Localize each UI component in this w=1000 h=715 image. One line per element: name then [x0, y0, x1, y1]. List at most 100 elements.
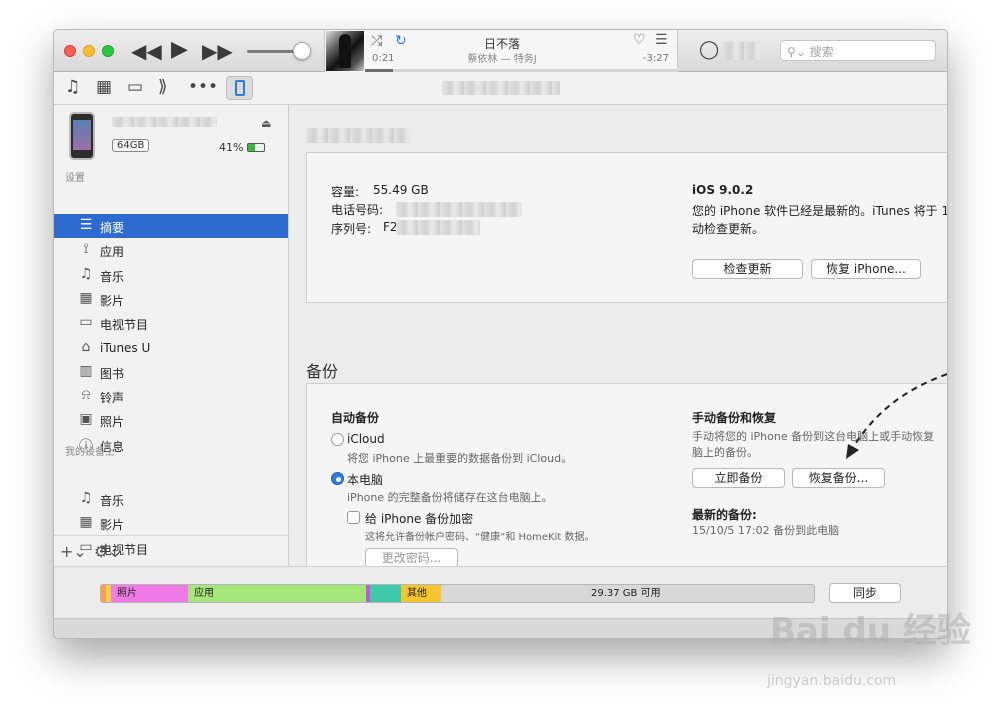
baidu-watermark-url: jingyan.baidu.com — [767, 673, 897, 689]
backup-heading: 备份 — [306, 362, 339, 381]
apps-icon: ⟟ — [83, 241, 89, 258]
now-playing-display: ⤮ ↻ 日不落 蔡依林 — 特务J 0:21 -3:27 ♡ ☰ — [324, 30, 678, 72]
book-icon: ▥ — [79, 362, 93, 379]
change-password-button[interactable]: 更改密码... — [365, 548, 458, 568]
this-computer-radio[interactable] — [331, 472, 344, 485]
settings-item-label: 铃声 — [100, 391, 125, 406]
settings-item[interactable]: ♫ 音乐 — [54, 263, 288, 287]
restore-iphone-button[interactable]: 恢复 iPhone... — [811, 259, 921, 279]
play-icon[interactable]: ▶ — [171, 39, 188, 61]
ios-version: iOS 9.0.2 — [692, 183, 754, 197]
volume-slider-knob[interactable] — [293, 42, 311, 60]
manual-backup-heading: 手动备份和恢复 — [692, 411, 777, 425]
graduation-cap-icon: ⌂ — [81, 338, 91, 355]
manual-backup-desc-line2: 脑上的备份。 — [692, 446, 758, 459]
settings-item[interactable]: ⍾ 铃声 — [54, 384, 288, 408]
my-device-item[interactable]: ♫ 音乐 — [54, 487, 288, 511]
tv-icon[interactable]: ▭ — [127, 77, 143, 97]
ios-status-line1: 您的 iPhone 软件已经是最新的。iTunes 将于 1 — [692, 204, 948, 218]
minimize-window-button[interactable] — [83, 45, 95, 57]
latest-backup-heading: 最新的备份: — [692, 508, 757, 522]
previous-track-icon[interactable]: ◀◀ — [131, 41, 162, 61]
settings-item[interactable]: ▦ 影片 — [54, 287, 288, 311]
settings-item[interactable]: ⌂ iTunes U — [54, 336, 288, 360]
remaining-time: -3:27 — [642, 53, 669, 64]
restore-backup-button[interactable]: 恢复备份... — [792, 468, 885, 488]
app-store-icon[interactable]: ⟫ — [158, 77, 167, 97]
iphone-thumbnail-icon — [69, 112, 95, 160]
up-next-list-icon[interactable]: ☰ — [655, 32, 668, 48]
icloud-desc: 将您 iPhone 上最重要的数据备份到 iCloud。 — [347, 452, 573, 465]
bell-icon: ⍾ — [81, 387, 91, 404]
storage-segment: 照片 — [111, 585, 188, 602]
free-space-label: 29.37 GB 可用 — [591, 588, 661, 599]
search-placeholder: 搜索 — [809, 45, 834, 59]
icloud-label[interactable]: iCloud — [347, 432, 385, 446]
storage-segment: 其他 — [401, 585, 441, 602]
icloud-radio[interactable] — [331, 433, 344, 446]
settings-item-label: 摘要 — [100, 221, 125, 235]
this-computer-desc: iPhone 的完整备份将储存在这台电脑上。 — [347, 491, 553, 504]
settings-item[interactable]: ▭ 电视节目 — [54, 311, 288, 335]
settings-item[interactable]: ▣ 照片 — [54, 408, 288, 432]
volume-slider-track[interactable] — [247, 50, 297, 53]
iphone-icon — [235, 80, 245, 96]
summary-icon: ☰ — [79, 217, 93, 233]
add-plus-icon[interactable]: +⌄ — [60, 542, 87, 561]
capacity-badge: 64GB — [112, 139, 150, 152]
backup-now-button[interactable]: 立即备份 — [692, 468, 785, 488]
my-device-heading: 我的设备上 — [65, 447, 115, 458]
settings-item-label: 应用 — [100, 245, 125, 260]
settings-item-label: 照片 — [100, 415, 125, 430]
my-device-item-label: 影片 — [100, 518, 125, 533]
zoom-window-button[interactable] — [102, 45, 114, 57]
tv-icon: ▭ — [79, 314, 93, 331]
film-icon[interactable]: ▦ — [96, 77, 112, 97]
camera-icon: ▣ — [79, 411, 93, 428]
search-icon: ⚲⌄ — [787, 45, 806, 59]
my-device-item[interactable]: ▦ 影片 — [54, 511, 288, 535]
settings-item[interactable]: ☰ 摘要 — [54, 214, 288, 238]
annotation-arrow — [846, 373, 947, 459]
sync-button[interactable]: 同步 — [829, 583, 901, 603]
sidebar: ⏏ 64GB 41% 设置 ☰ 摘要 ⟟ 应用 ♫ 音乐 ▦ 影片 ▭ 电视节目 ⌂ iTunes U… — [54, 105, 289, 566]
itunes-window: ◀◀ ▶ ▶▶ ⤮ ↻ 日不落 蔡依林 — 特务J 0:21 -3:27 ♡ ☰… — [53, 29, 948, 639]
device-button[interactable] — [226, 76, 253, 100]
film-icon: ▦ — [79, 514, 93, 531]
film-icon: ▦ — [79, 289, 93, 306]
next-track-icon[interactable]: ▶▶ — [202, 41, 233, 61]
auto-backup-heading: 自动备份 — [331, 411, 380, 425]
device-label-redacted — [112, 117, 217, 127]
device-title-redacted — [306, 128, 410, 143]
settings-item-label: 图书 — [100, 366, 125, 381]
media-nav-bar: ♫ ▦ ▭ ⟫ ••• — [54, 72, 947, 105]
backup-panel: 自动备份 iCloud 将您 iPhone 上最重要的数据备份到 iCloud。… — [306, 373, 947, 590]
elapsed-time: 0:21 — [372, 53, 395, 64]
encrypt-backup-checkbox[interactable] — [347, 511, 360, 524]
settings-item[interactable]: ⟟ 应用 — [54, 238, 288, 262]
phone-number-label: 电话号码: — [331, 203, 384, 217]
this-computer-label[interactable]: 本电脑 — [347, 471, 383, 488]
settings-heading: 设置 — [65, 173, 85, 184]
ios-status-line2: 动检查更新。 — [692, 222, 765, 236]
phone-number-redacted — [396, 202, 522, 217]
check-update-button[interactable]: 检查更新 — [692, 259, 803, 279]
storage-capacity-bar: 照片 应用 其他 29.37 GB 可用 — [100, 584, 815, 603]
serial-redacted — [396, 220, 480, 235]
account-icon[interactable]: ◯ — [699, 40, 719, 60]
encrypt-backup-label[interactable]: 给 iPhone 备份加密 — [365, 510, 473, 527]
more-icon[interactable]: ••• — [188, 77, 218, 97]
encrypt-backup-desc: 这将允许备份帐户密码、“健康”和 HomeKit 数据。 — [365, 532, 595, 543]
close-window-button[interactable] — [64, 45, 76, 57]
music-note-icon[interactable]: ♫ — [65, 77, 80, 97]
eject-icon[interactable]: ⏏ — [261, 117, 271, 130]
settings-item[interactable]: ▥ 图书 — [54, 360, 288, 384]
baidu-watermark-logo: Bai du 经验 — [770, 611, 971, 651]
love-heart-icon[interactable]: ♡ — [633, 32, 646, 48]
capacity-value: 55.49 GB — [373, 183, 429, 197]
account-name-redacted[interactable] — [722, 42, 760, 60]
settings-item-label: iTunes U — [100, 340, 151, 355]
storage-segment: 应用 — [188, 585, 366, 602]
gear-icon[interactable]: ⚙⌄ — [94, 542, 122, 561]
search-field[interactable]: ⚲⌄ 搜索 — [780, 40, 936, 61]
